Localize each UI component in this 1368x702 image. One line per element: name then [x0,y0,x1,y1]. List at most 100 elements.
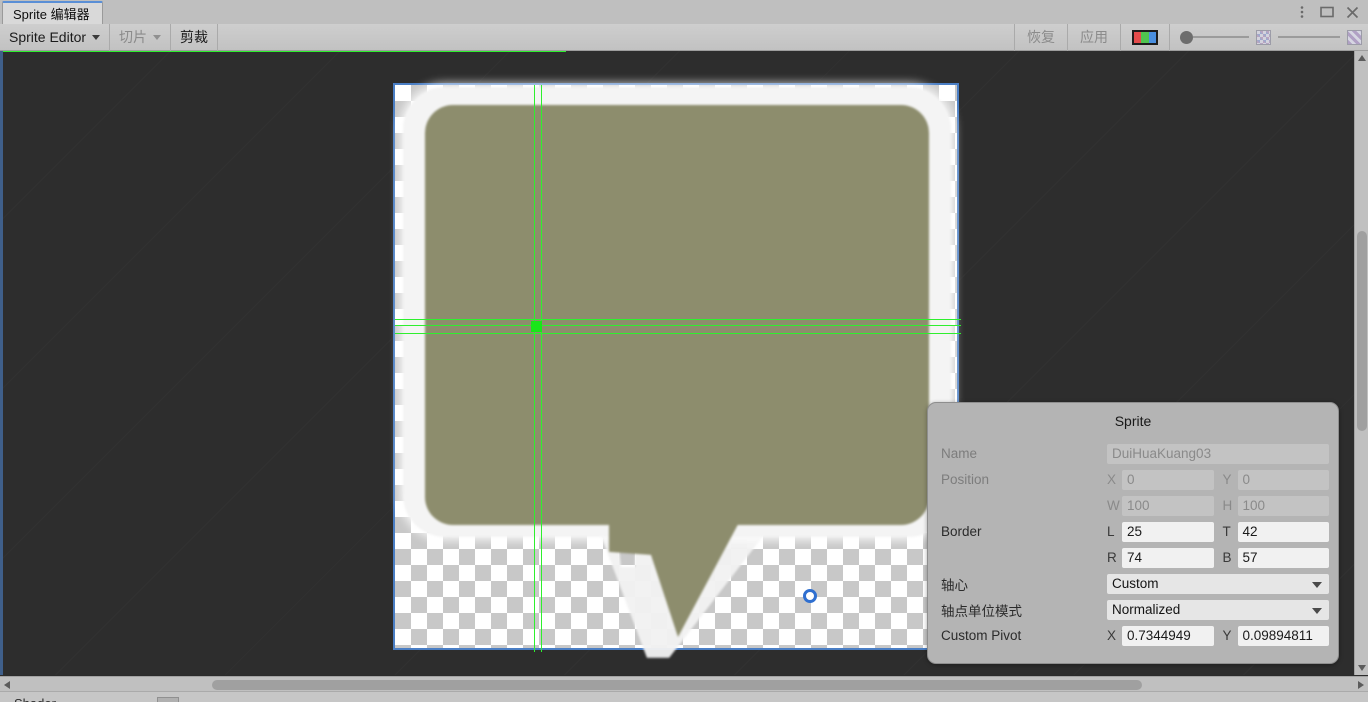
custom-pivot-x-axis-label: X [1107,628,1117,643]
custom-pivot-label: Custom Pivot [941,628,1022,643]
border-t-axis-label: T [1222,524,1231,539]
pivot-value: Custom [1112,576,1159,591]
position-w-field[interactable]: 100 [1122,495,1214,516]
pivot-square-handle[interactable] [531,321,542,332]
canvas-left-accent-bar [0,51,3,675]
sprite-inspector-panel: Sprite Name DuiHuaKuang03 Position X 0 Y… [927,402,1339,664]
border-guide-left-a[interactable] [534,85,535,652]
row-border: Border L 25 T 42 [937,519,1329,544]
border-guide-bottom-a[interactable] [395,333,961,334]
border-guide-left-b[interactable] [541,85,542,652]
position-y-field[interactable]: 0 [1237,469,1329,490]
chevron-down-icon [92,34,101,40]
vertical-scrollbar-thumb[interactable] [1357,231,1367,431]
horizontal-scrollbar-thumb[interactable] [212,680,1142,690]
row-pivot-unit: 轴点单位模式 Normalized [937,597,1329,622]
slice-dropdown[interactable]: 切片 [110,23,172,51]
revert-label: 恢复 [1027,29,1055,45]
sprite-editor-toolbar: Sprite Editor 切片 剪裁 恢复 应用 [0,23,1368,51]
editor-mode-dropdown[interactable]: Sprite Editor [0,23,111,51]
border-b-field[interactable]: 57 [1237,547,1329,568]
scroll-up-arrow-icon[interactable] [1358,55,1366,61]
scroll-right-arrow-icon[interactable] [1358,681,1364,689]
position-h-axis-label: H [1222,498,1233,513]
rgb-channel-icon [1132,29,1158,45]
border-t-field[interactable]: 42 [1237,521,1329,542]
status-text: Shader [14,696,56,702]
kebab-menu-icon[interactable] [1294,4,1310,20]
border-rb-pair: R 74 B 57 [1107,547,1329,568]
maximize-icon[interactable] [1319,4,1335,20]
bubble-fill [425,105,929,525]
border-l-axis-label: L [1107,524,1115,539]
row-position: Position X 0 Y 0 [937,467,1329,492]
border-guide-top-extension [0,51,566,52]
row-custom-pivot: Custom Pivot X 0.7344949 Y 0.09894811 [937,623,1329,648]
position-label: Position [941,472,990,487]
position-wh-pair: W 100 H 100 [1107,495,1329,516]
zoom-slider-track[interactable] [1278,36,1340,38]
editor-mode-label: Sprite Editor [9,29,87,45]
row-pivot: 轴心 Custom [937,571,1329,596]
status-chip[interactable] [157,697,179,702]
position-h-field[interactable]: 100 [1237,495,1329,516]
status-bar: Shader [0,691,1368,702]
apply-button[interactable]: 应用 [1067,23,1120,51]
position-x-axis-label: X [1107,472,1117,487]
position-y-axis-label: Y [1222,472,1232,487]
inspector-title: Sprite [1114,413,1152,429]
tab-sprite-editor[interactable]: Sprite 编辑器 [2,1,103,24]
row-name: Name DuiHuaKuang03 [937,441,1329,466]
checker-swatch-icon[interactable] [1256,29,1271,45]
row-size: W 100 H 100 [937,493,1329,518]
custom-pivot-pair: X 0.7344949 Y 0.09894811 [1107,625,1329,646]
scroll-left-arrow-icon[interactable] [4,681,10,689]
tab-label: Sprite 编辑器 [13,7,90,22]
rgb-channel-button[interactable] [1120,23,1170,51]
alpha-zoom-slider-group [1170,24,1368,51]
name-label: Name [941,446,978,461]
vertical-scrollbar[interactable] [1354,51,1368,675]
border-b-axis-label: B [1222,550,1232,565]
border-label: Border [941,524,982,539]
chevron-down-icon [1312,607,1322,614]
pivot-unit-label: 轴点单位模式 [941,603,1022,619]
sprite-frame[interactable] [393,83,961,658]
checker-striped-swatch-icon[interactable] [1347,29,1362,45]
horizontal-scrollbar[interactable] [0,676,1368,692]
custom-pivot-handle[interactable] [803,589,817,603]
custom-pivot-y-field[interactable]: 0.09894811 [1237,625,1329,646]
pivot-dropdown[interactable]: Custom [1107,573,1329,594]
trim-label: 剪裁 [180,29,209,45]
pivot-label: 轴心 [941,577,968,593]
border-guide-top-b[interactable] [395,325,961,326]
alpha-slider-knob[interactable] [1180,30,1193,44]
toolbar-right-group: 恢复 应用 [1014,23,1368,51]
window-controls [1294,0,1364,24]
sprite-artwork-speech-bubble [395,85,957,658]
close-icon[interactable] [1344,4,1360,20]
revert-button[interactable]: 恢复 [1014,23,1067,51]
alpha-slider-track[interactable] [1193,36,1249,38]
chevron-down-icon [1312,581,1322,588]
chevron-down-icon [153,34,162,40]
scroll-down-arrow-icon[interactable] [1358,665,1366,671]
border-r-axis-label: R [1107,550,1117,565]
window-tab-strip: Sprite 编辑器 [0,0,1368,25]
position-w-axis-label: W [1107,498,1120,513]
pivot-unit-value: Normalized [1112,602,1181,617]
apply-label: 应用 [1080,29,1108,45]
trim-button[interactable]: 剪裁 [171,23,219,51]
position-xy-pair: X 0 Y 0 [1107,469,1329,490]
position-x-field[interactable]: 0 [1122,469,1214,490]
name-field[interactable]: DuiHuaKuang03 [1107,443,1329,464]
slice-label: 切片 [119,29,148,45]
border-lt-pair: L 25 T 42 [1107,521,1329,542]
border-guide-top-a[interactable] [395,319,961,320]
border-l-field[interactable]: 25 [1122,521,1214,542]
custom-pivot-x-field[interactable]: 0.7344949 [1122,625,1214,646]
pivot-unit-dropdown[interactable]: Normalized [1107,599,1329,620]
border-r-field[interactable]: 74 [1122,547,1214,568]
custom-pivot-y-axis-label: Y [1222,628,1232,643]
row-border2: R 74 B 57 [937,545,1329,570]
